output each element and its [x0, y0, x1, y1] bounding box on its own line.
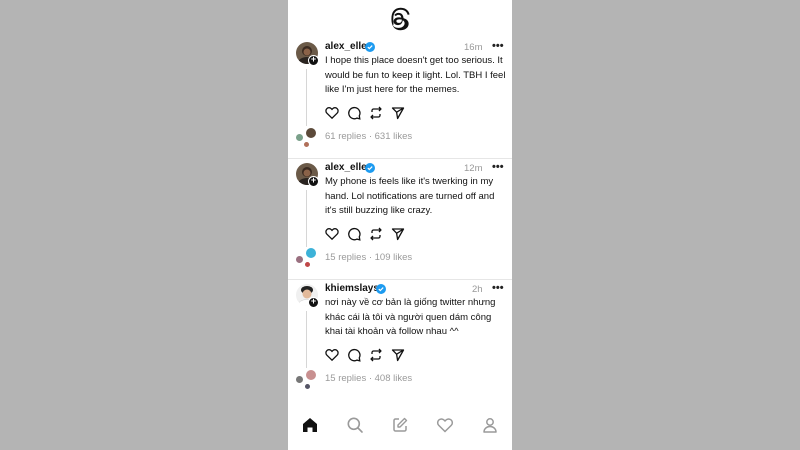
send-icon[interactable]	[391, 106, 405, 120]
comment-icon[interactable]	[347, 348, 361, 362]
more-options-icon[interactable]: •••	[492, 40, 504, 52]
reply-avatar	[303, 141, 310, 148]
verified-badge-icon	[365, 163, 375, 173]
post-username[interactable]: alex_elle	[325, 162, 367, 173]
verified-badge-icon	[376, 284, 386, 294]
post-stats[interactable]: 61 replies · 631 likes	[325, 131, 412, 142]
post-time: 16m	[464, 42, 483, 53]
reply-avatar	[305, 127, 317, 139]
thread-line	[306, 311, 307, 368]
verified-badge-icon	[365, 42, 375, 52]
activity-icon[interactable]	[436, 416, 454, 434]
threads-app: + alex_elle 16m ••• I hope this place do…	[288, 0, 512, 450]
reply-avatar	[295, 255, 304, 264]
home-icon[interactable]	[301, 416, 319, 434]
post-time: 2h	[472, 284, 483, 295]
follow-plus-icon[interactable]: +	[308, 55, 319, 66]
follow-plus-icon[interactable]: +	[308, 297, 319, 308]
post-text: nơi này về cơ bản là giống twitter nhưng…	[325, 297, 496, 337]
post-username[interactable]: khiemslays	[325, 283, 379, 294]
post-text: I hope this place doesn't get too seriou…	[325, 55, 506, 95]
profile-icon[interactable]	[481, 416, 499, 434]
thread-line	[306, 190, 307, 247]
more-options-icon[interactable]: •••	[492, 282, 504, 294]
reply-avatar	[295, 133, 304, 142]
post-card[interactable]: + alex_elle 12m ••• My phone is feels li…	[288, 159, 512, 280]
reply-avatar	[304, 261, 311, 268]
post-card[interactable]: + khiemslays 2h ••• nơi này về cơ bản là…	[288, 280, 512, 401]
heart-icon[interactable]	[325, 227, 339, 241]
send-icon[interactable]	[391, 348, 405, 362]
reply-avatar	[305, 369, 317, 381]
search-icon[interactable]	[346, 416, 364, 434]
compose-icon[interactable]	[391, 416, 409, 434]
bottom-nav	[288, 402, 512, 450]
thread-line	[306, 69, 307, 126]
post-stats[interactable]: 15 replies · 109 likes	[325, 252, 412, 263]
repost-icon[interactable]	[369, 348, 383, 362]
more-options-icon[interactable]: •••	[492, 161, 504, 173]
repost-icon[interactable]	[369, 106, 383, 120]
reply-avatar	[295, 375, 304, 384]
app-header	[288, 0, 512, 38]
post-card[interactable]: + alex_elle 16m ••• I hope this place do…	[288, 38, 512, 159]
post-text: My phone is feels like it's twerking in …	[325, 176, 495, 216]
repost-icon[interactable]	[369, 227, 383, 241]
threads-logo-icon[interactable]	[387, 7, 411, 31]
post-time: 12m	[464, 163, 483, 174]
post-username[interactable]: alex_elle	[325, 41, 367, 52]
reply-avatar	[304, 383, 311, 390]
comment-icon[interactable]	[347, 227, 361, 241]
send-icon[interactable]	[391, 227, 405, 241]
heart-icon[interactable]	[325, 348, 339, 362]
comment-icon[interactable]	[347, 106, 361, 120]
heart-icon[interactable]	[325, 106, 339, 120]
post-stats[interactable]: 15 replies · 408 likes	[325, 373, 412, 384]
follow-plus-icon[interactable]: +	[308, 176, 319, 187]
reply-avatar	[305, 247, 317, 259]
